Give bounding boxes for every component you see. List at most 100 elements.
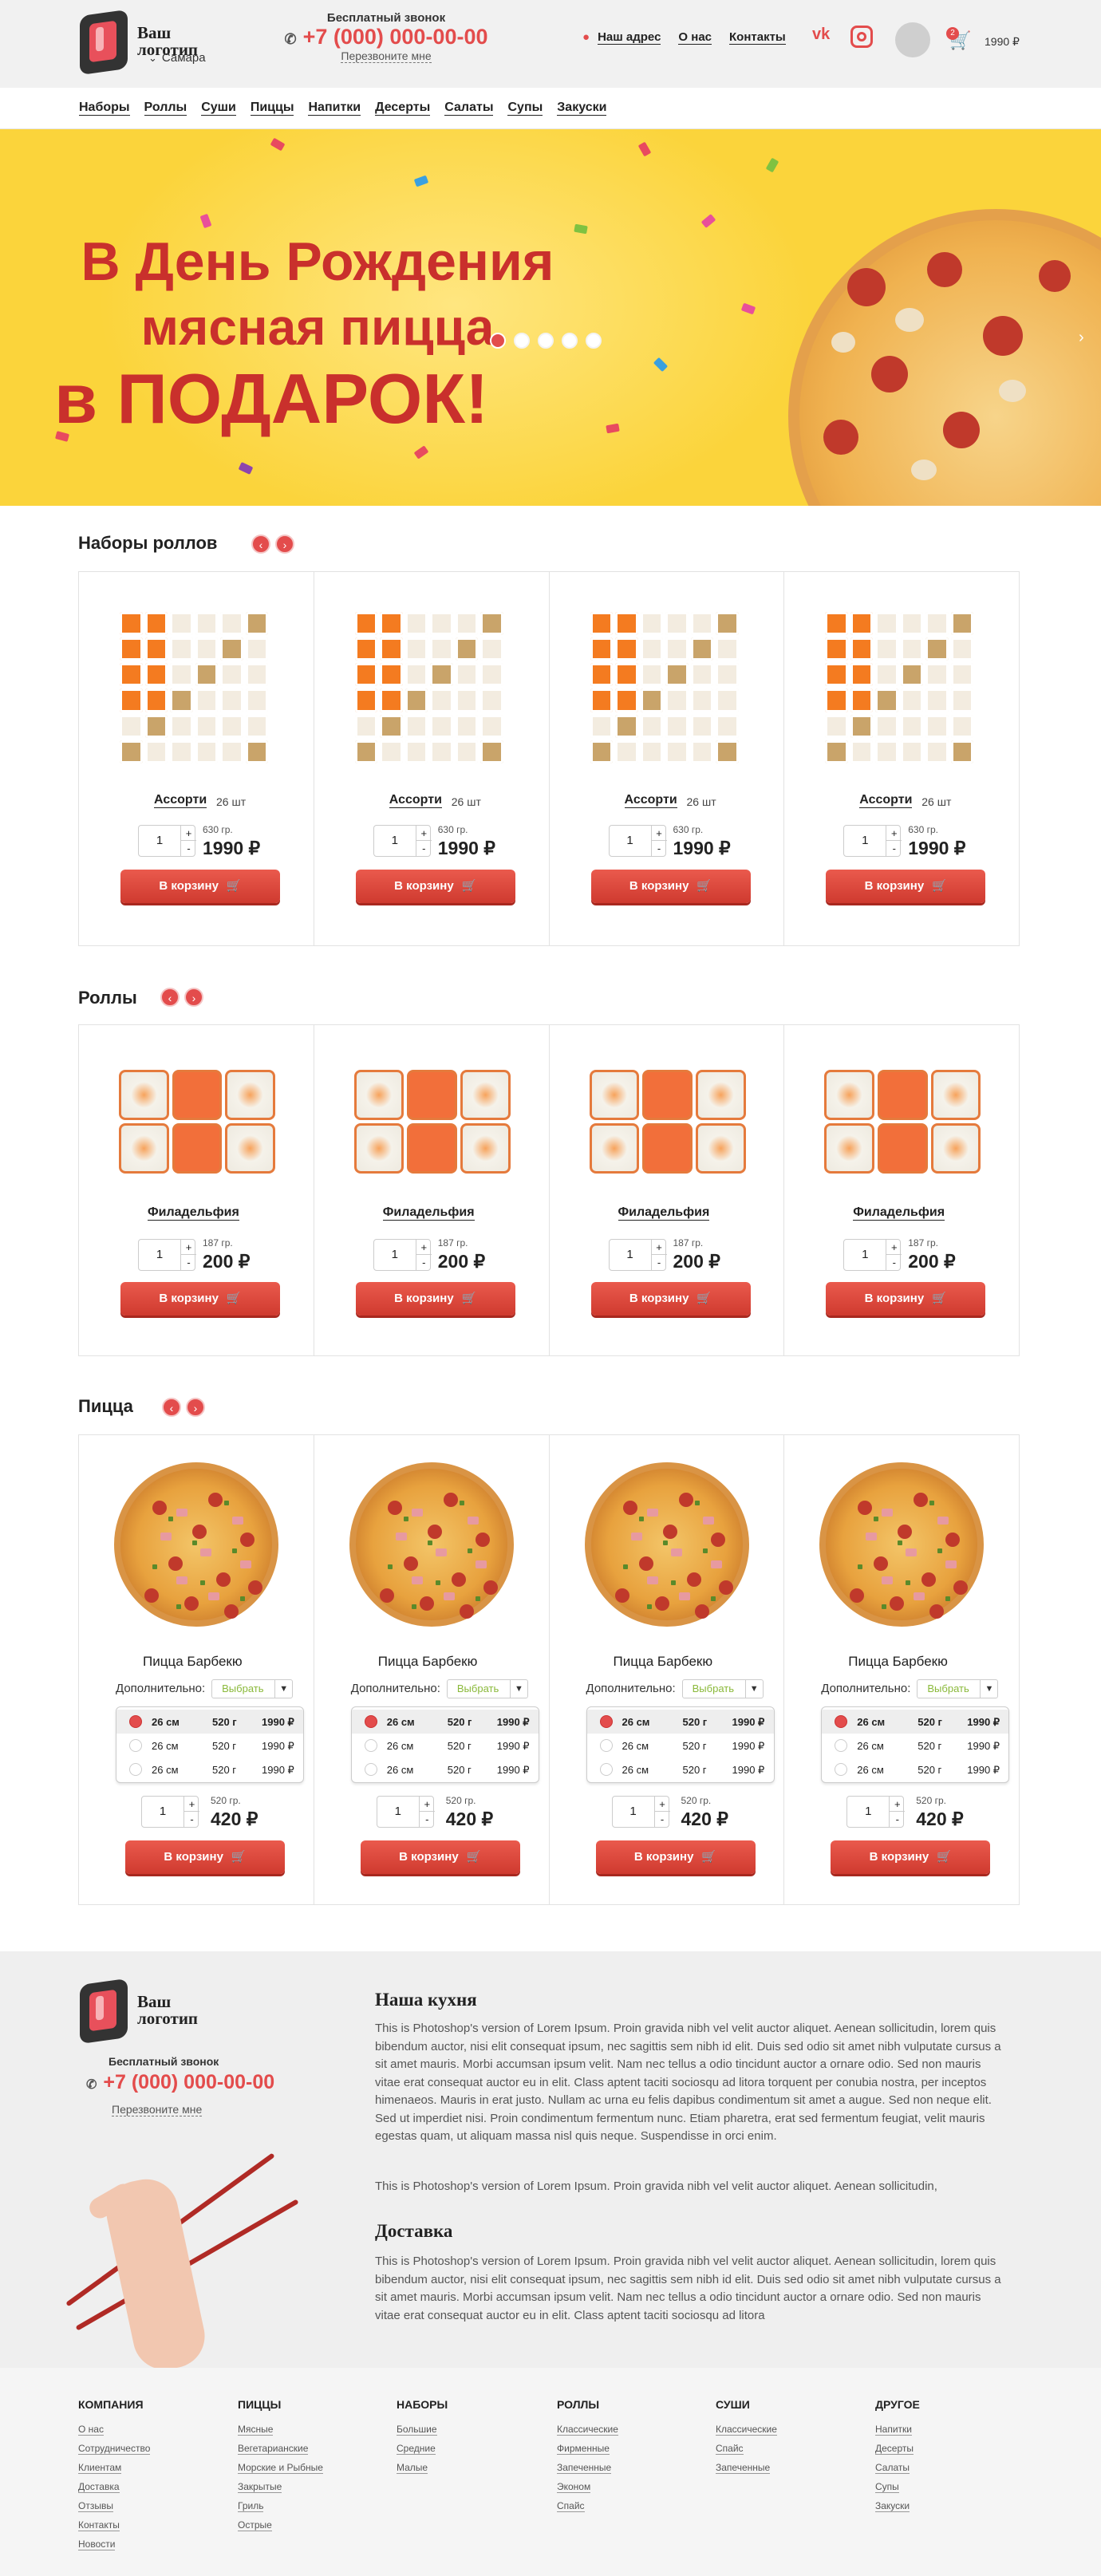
add-to-cart-button[interactable]: В корзину 🛒 xyxy=(120,1282,280,1316)
quantity-stepper[interactable]: 1 + - xyxy=(608,1239,667,1271)
menu-item-salads[interactable]: Салаты xyxy=(444,101,494,116)
quantity-plus-button[interactable]: + xyxy=(650,1240,667,1255)
quantity-plus-button[interactable]: + xyxy=(180,826,196,841)
size-radio[interactable] xyxy=(364,1763,377,1776)
quantity-minus-button[interactable]: - xyxy=(653,1812,670,1827)
footer-link[interactable]: Запеченные xyxy=(716,2462,771,2474)
roll-image[interactable] xyxy=(589,1070,746,1174)
quantity-value[interactable]: 1 xyxy=(374,1240,416,1270)
add-to-cart-button[interactable]: В корзину 🛒 xyxy=(355,870,515,903)
quantity-value[interactable]: 1 xyxy=(844,1240,886,1270)
footer-link[interactable]: Классические xyxy=(557,2424,618,2436)
slider-dot[interactable] xyxy=(586,333,602,349)
size-radio[interactable] xyxy=(835,1763,848,1776)
quantity-plus-button[interactable]: + xyxy=(184,1797,199,1812)
size-radio[interactable] xyxy=(364,1715,377,1728)
add-to-cart-button[interactable]: В корзину 🛒 xyxy=(120,870,280,903)
quantity-minus-button[interactable]: - xyxy=(180,841,196,856)
pizza-image[interactable] xyxy=(114,1462,278,1627)
footer-link[interactable]: Контакты xyxy=(78,2519,120,2531)
footer-link[interactable]: Большие xyxy=(397,2424,437,2436)
footer-logo[interactable]: Ваш логотип xyxy=(78,1978,198,2045)
quantity-stepper[interactable]: 1 + - xyxy=(141,1796,199,1828)
size-option[interactable]: 26 см 520 г 1990 ₽ xyxy=(586,1710,774,1734)
slider-dot[interactable] xyxy=(490,333,506,349)
footer-link[interactable]: Клиентам xyxy=(78,2462,122,2474)
header-link-about[interactable]: О нас xyxy=(678,30,712,45)
next-arrow[interactable]: › xyxy=(275,535,294,554)
prev-arrow[interactable]: ‹ xyxy=(162,1398,181,1417)
size-radio[interactable] xyxy=(599,1763,613,1776)
header-link-contacts[interactable]: Контакты xyxy=(729,30,786,45)
size-radio[interactable] xyxy=(129,1763,142,1776)
quantity-value[interactable]: 1 xyxy=(610,826,651,856)
menu-item-drinks[interactable]: Напитки xyxy=(308,101,361,116)
quantity-stepper[interactable]: 1 + - xyxy=(376,1796,435,1828)
next-arrow[interactable]: › xyxy=(186,1398,205,1417)
footer-link[interactable]: Спайс xyxy=(557,2500,585,2512)
quantity-value[interactable]: 1 xyxy=(847,1797,889,1827)
add-to-cart-button[interactable]: В корзину 🛒 xyxy=(590,870,751,903)
footer-link[interactable]: О нас xyxy=(78,2424,104,2436)
menu-item-desserts[interactable]: Десерты xyxy=(375,101,431,116)
menu-item-pizza[interactable]: Пиццы xyxy=(250,101,294,116)
pizza-image[interactable] xyxy=(349,1462,514,1627)
header-link-address[interactable]: Наш адрес xyxy=(598,30,661,45)
roll-image[interactable] xyxy=(119,1070,275,1174)
footer-link[interactable]: Десерты xyxy=(875,2443,914,2455)
quantity-plus-button[interactable]: + xyxy=(886,1240,902,1255)
footer-callback-link[interactable]: Перезвоните мне xyxy=(112,2103,203,2116)
footer-link[interactable]: Закуски xyxy=(875,2500,910,2512)
size-radio[interactable] xyxy=(129,1715,142,1728)
quantity-minus-button[interactable]: - xyxy=(415,841,432,856)
avatar[interactable] xyxy=(895,22,930,57)
quantity-value[interactable]: 1 xyxy=(139,826,180,856)
prev-arrow[interactable]: ‹ xyxy=(160,988,180,1007)
quantity-minus-button[interactable]: - xyxy=(415,1255,432,1270)
banner-next-arrow[interactable]: › xyxy=(1079,329,1084,347)
roll-set-image[interactable] xyxy=(120,612,268,763)
quantity-value[interactable]: 1 xyxy=(844,826,886,856)
extra-options-select[interactable]: Выбрать ▼ xyxy=(681,1679,764,1698)
footer-link[interactable]: Спайс xyxy=(716,2443,744,2455)
footer-link[interactable]: Средние xyxy=(397,2443,436,2455)
footer-link[interactable]: Классические xyxy=(716,2424,777,2436)
footer-link[interactable]: Морские и Рыбные xyxy=(238,2462,323,2474)
roll-image[interactable] xyxy=(824,1070,981,1174)
add-to-cart-button[interactable]: В корзину 🛒 xyxy=(826,870,986,903)
footer-link[interactable]: Сотрудничество xyxy=(78,2443,151,2455)
footer-link[interactable]: Мясные xyxy=(238,2424,274,2436)
quantity-plus-button[interactable]: + xyxy=(653,1797,670,1812)
promo-banner[interactable]: В День Рождения мясная пицца в ПОДАРОК! … xyxy=(0,129,1101,506)
quantity-plus-button[interactable]: + xyxy=(180,1240,196,1255)
footer-link[interactable]: Фирменные xyxy=(557,2443,610,2455)
product-name[interactable]: Ассорти xyxy=(154,793,207,808)
add-to-cart-button[interactable]: В корзину 🛒 xyxy=(355,1282,515,1316)
quantity-minus-button[interactable]: - xyxy=(886,841,902,856)
product-name[interactable]: Филадельфия xyxy=(853,1205,945,1221)
footer-link[interactable]: Отзывы xyxy=(78,2500,113,2512)
extra-options-select[interactable]: Выбрать ▼ xyxy=(917,1679,999,1698)
size-option[interactable]: 26 см 520 г 1990 ₽ xyxy=(822,1757,1008,1781)
quantity-stepper[interactable]: 1 + - xyxy=(843,1239,902,1271)
quantity-minus-button[interactable]: - xyxy=(650,1255,667,1270)
pizza-image[interactable] xyxy=(819,1462,985,1627)
quantity-plus-button[interactable]: + xyxy=(650,826,667,841)
size-option[interactable]: 26 см 520 г 1990 ₽ xyxy=(822,1710,1009,1734)
pizza-image[interactable] xyxy=(584,1462,749,1627)
quantity-stepper[interactable]: 1 + - xyxy=(373,825,432,857)
quantity-minus-button[interactable]: - xyxy=(180,1255,196,1270)
size-radio[interactable] xyxy=(835,1739,848,1752)
size-option[interactable]: 26 см 520 г 1990 ₽ xyxy=(116,1710,303,1734)
footer-link[interactable]: Острые xyxy=(238,2519,272,2531)
footer-link[interactable]: Салаты xyxy=(875,2462,910,2474)
quantity-stepper[interactable]: 1 + - xyxy=(843,825,902,857)
slider-dot[interactable] xyxy=(562,333,578,349)
city-selector[interactable]: Самара xyxy=(148,51,206,65)
quantity-value[interactable]: 1 xyxy=(610,1240,651,1270)
product-name[interactable]: Филадельфия xyxy=(148,1205,239,1221)
cart-total[interactable]: 1990 ₽ xyxy=(985,35,1020,49)
menu-item-rolls[interactable]: Роллы xyxy=(144,101,187,116)
menu-item-snacks[interactable]: Закуски xyxy=(557,101,607,116)
quantity-stepper[interactable]: 1 + - xyxy=(138,1239,196,1271)
